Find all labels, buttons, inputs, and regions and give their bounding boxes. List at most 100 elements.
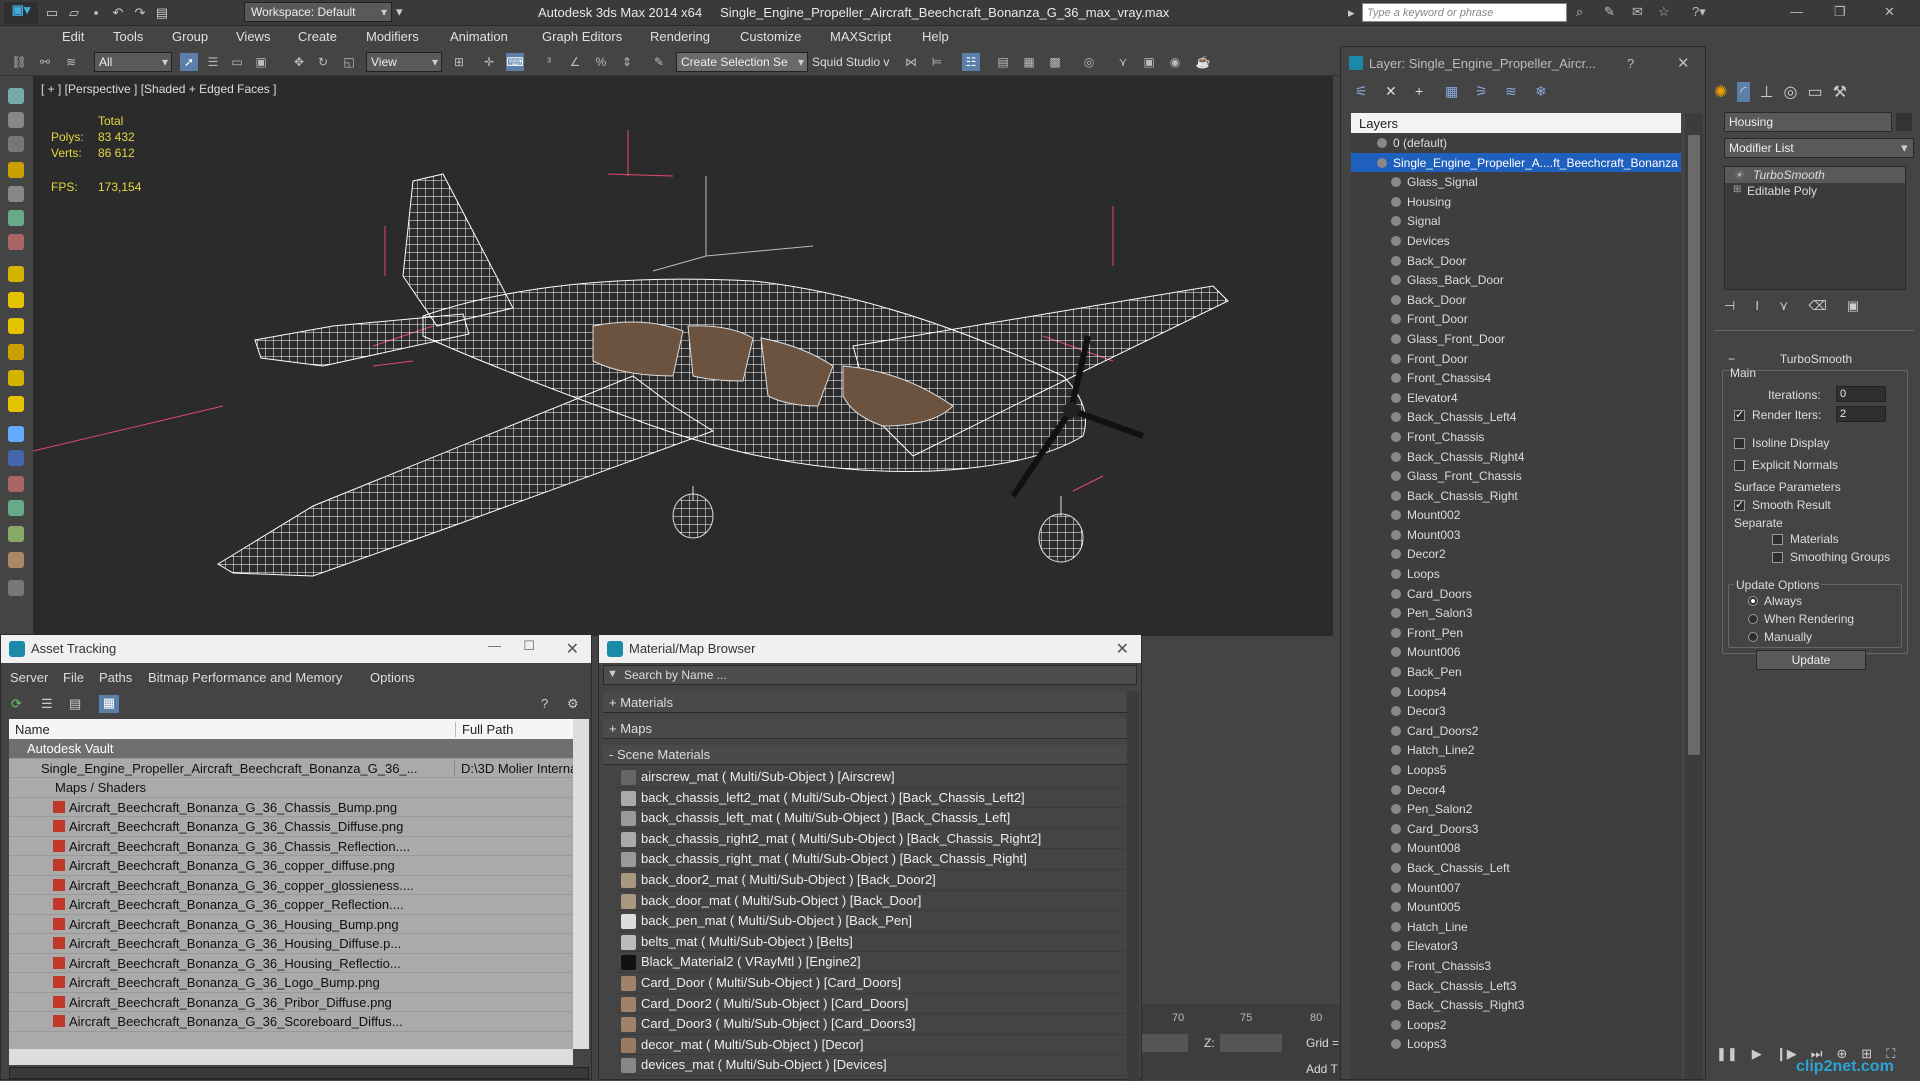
menu-create[interactable]: Create [298,29,337,44]
expand-icon[interactable]: ⊞ [1733,184,1741,195]
cone-icon[interactable] [8,344,24,360]
object-color-swatch[interactable] [1896,113,1912,131]
pin-stack-icon[interactable]: ⊣ [1724,298,1735,314]
align-icon[interactable]: ⊨ [928,53,946,71]
layer-object-item[interactable]: Elevator3 [1351,936,1681,956]
project-folder-icon[interactable]: ▤ [154,5,170,21]
layer-object-item[interactable]: Mount002 [1351,505,1681,525]
section-maps[interactable]: + Maps [603,719,1127,739]
help-icon[interactable]: ? [541,696,548,711]
layer-object-item[interactable]: Back_Chassis_Right3 [1351,995,1681,1015]
close-window-icon[interactable]: ✕ [1884,4,1895,20]
mirror-icon[interactable]: ⋈ [902,53,920,71]
close-icon[interactable]: ✕ [1116,639,1129,659]
camera-icon[interactable] [8,186,24,202]
layer-object-item[interactable]: Decor4 [1351,780,1681,800]
layer-object-item[interactable]: Card_Doors [1351,584,1681,604]
layer-object-item[interactable]: Pen_Salon2 [1351,799,1681,819]
layer-object-item[interactable]: Decor2 [1351,544,1681,564]
layer-object-item[interactable]: Card_Doors2 [1351,721,1681,741]
workspace-menu-icon[interactable]: ▾ [396,4,403,20]
asset-row[interactable]: Aircraft_Beechcraft_Bonanza_G_36_Chassis… [9,817,573,837]
layer-object-item[interactable]: Loops3 [1351,1034,1681,1054]
menu-server[interactable]: Server [10,670,48,685]
material-item[interactable]: back_chassis_right2_mat ( Multi/Sub-Obje… [617,829,1125,850]
layer-object-item[interactable]: Elevator4 [1351,388,1681,408]
asset-vertical-scrollbar[interactable] [573,719,589,1049]
add-time-tag-label[interactable]: Add T [1306,1062,1338,1076]
pyramid-icon[interactable] [8,370,24,386]
close-icon[interactable]: ✕ [1677,54,1690,72]
spinner-snap-icon[interactable]: ⇕ [618,53,636,71]
menu-edit[interactable]: Edit [62,29,84,44]
asset-row[interactable]: Single_Engine_Propeller_Aircraft_Beechcr… [9,759,573,778]
play-icon[interactable]: ▶ [1752,1046,1762,1070]
redo-icon[interactable]: ↷ [132,5,148,21]
light-icon[interactable] [8,162,24,178]
menu-bitmap-performance[interactable]: Bitmap Performance and Memory [148,670,342,685]
unlink-icon[interactable]: ⚯ [36,53,54,71]
explicit-normals-checkbox[interactable] [1734,460,1745,471]
material-item[interactable]: back_door2_mat ( Multi/Sub-Object ) [Bac… [617,870,1125,891]
show-end-result-icon[interactable]: I [1755,298,1759,314]
select-object-icon[interactable]: ➚ [180,53,198,71]
hierarchy-tab-icon[interactable]: ⊥ [1760,82,1774,102]
layer-object-item[interactable]: Back_Door [1351,290,1681,310]
layer-object-item[interactable]: Loops4 [1351,682,1681,702]
layer-object-item[interactable]: Front_Chassis [1351,427,1681,447]
menu-animation[interactable]: Animation [450,29,508,44]
update-always-radio[interactable] [1748,596,1758,606]
make-unique-icon[interactable]: ⋎ [1779,298,1789,314]
menu-help[interactable]: Help [922,29,949,44]
smooth-result-checkbox[interactable] [1734,498,1745,511]
layer-object-item[interactable]: Glass_Back_Door [1351,270,1681,290]
rotate-icon[interactable]: ↻ [314,53,332,71]
select-layer-objects-icon[interactable]: ⚞ [1475,83,1488,100]
layer-object-item[interactable]: Hatch_Line [1351,917,1681,937]
workspace-dropdown[interactable]: Workspace: Default [244,2,392,22]
sphere-icon[interactable] [8,266,24,282]
schematic-view-icon[interactable]: ▩ [1046,53,1064,71]
stack-item-editable-poly[interactable]: ⊞ Editable Poly [1725,183,1905,199]
object-name-field[interactable]: Housing [1724,112,1892,132]
menu-maxscript[interactable]: MAXScript [830,29,891,44]
browser-options-icon[interactable]: ▼ [607,668,618,680]
asset-row[interactable]: Aircraft_Beechcraft_Bonanza_G_36_Pribor_… [9,993,573,1012]
rendered-frame-window-icon[interactable]: ▣ [1140,53,1158,71]
layer-manager-icon[interactable]: ▤ [994,53,1012,71]
material-item[interactable]: belts_mat ( Multi/Sub-Object ) [Belts] [617,932,1125,953]
menu-file[interactable]: File [63,670,84,685]
binoculars-icon[interactable]: ⌕ [1576,4,1583,20]
asset-row[interactable]: Aircraft_Beechcraft_Bonanza_G_36_copper_… [9,895,573,915]
snaps-toggle-icon[interactable]: ³ [540,53,558,71]
z-coordinate-field[interactable] [1220,1034,1282,1052]
menu-group[interactable]: Group [172,29,208,44]
viewport-label[interactable]: [ + ] [Perspective ] [Shaded + Edged Fac… [41,82,276,96]
layer-object-item[interactable]: Back_Chassis_Left [1351,858,1681,878]
render-setup-icon[interactable]: ⋎ [1114,53,1132,71]
pause-icon[interactable]: ❚❚ [1716,1046,1738,1070]
curve-editor-icon[interactable]: ▦ [1020,53,1038,71]
asset-row[interactable]: Aircraft_Beechcraft_Bonanza_G_36_Housing… [9,954,573,973]
asset-horizontal-scrollbar[interactable] [9,1049,573,1065]
reference-coordinate-dropdown[interactable]: View [366,52,442,72]
layer-object-item[interactable]: Front_Door [1351,349,1681,369]
next-frame-icon[interactable]: ❙▶ [1776,1046,1797,1070]
select-by-name-icon[interactable]: ☰ [204,53,222,71]
create-tab-icon[interactable]: ✺ [1714,82,1727,102]
layer-object-item[interactable]: Glass_Front_Chassis [1351,466,1681,486]
hide-layer-icon[interactable]: ≋ [1505,83,1517,100]
layer-object-item[interactable]: Front_Chassis3 [1351,956,1681,976]
pivot-center-icon[interactable]: ⊞ [450,53,468,71]
layer-aircraft[interactable]: Single_Engine_Propeller_A....ft_Beechcra… [1351,152,1681,173]
modify-tab-icon[interactable]: ◜ [1737,82,1750,102]
layer-object-item[interactable]: Back_Pen [1351,662,1681,682]
table-view-icon[interactable]: ▦ [99,695,119,713]
studio-label[interactable]: Squid Studio v [812,55,889,69]
remove-modifier-icon[interactable]: ⌫ [1808,298,1826,314]
select-and-manipulate-icon[interactable]: ✛ [480,53,498,71]
help-label[interactable]: ? [1627,56,1634,71]
material-item[interactable]: decor_mat ( Multi/Sub-Object ) [Decor] [617,1035,1125,1056]
asset-row[interactable]: Aircraft_Beechcraft_Bonanza_G_36_Chassis… [9,798,573,817]
search-arrow-icon[interactable]: ▸ [1348,5,1355,21]
